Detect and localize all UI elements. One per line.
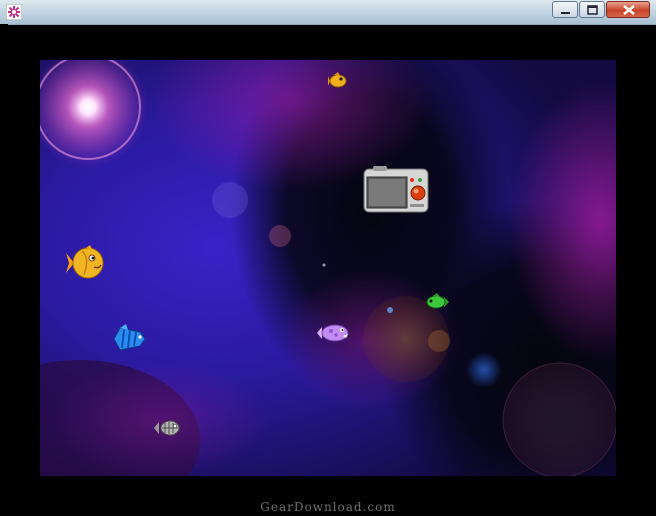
green-fish[interactable] <box>425 293 451 311</box>
purple-spotted-fish[interactable] <box>316 322 350 344</box>
blue-striped-fish[interactable] <box>112 324 146 354</box>
window-border <box>0 24 8 516</box>
minimize-button[interactable] <box>552 1 578 18</box>
yellow-round-fish[interactable] <box>66 245 106 281</box>
close-icon <box>623 5 635 15</box>
minimize-icon <box>561 12 570 14</box>
watermark: GearDownload.com <box>260 500 396 514</box>
starfish-gear-icon[interactable] <box>6 4 22 20</box>
title-bar <box>0 0 656 25</box>
gray-skeleton-fish[interactable] <box>153 418 181 438</box>
camera-icon[interactable] <box>363 166 429 214</box>
close-button[interactable] <box>606 1 650 18</box>
game-canvas[interactable] <box>40 60 616 476</box>
maximize-icon <box>587 5 598 15</box>
orange-coin-fish[interactable] <box>328 71 348 89</box>
maximize-button[interactable] <box>579 1 605 18</box>
nebula-background <box>40 60 616 476</box>
